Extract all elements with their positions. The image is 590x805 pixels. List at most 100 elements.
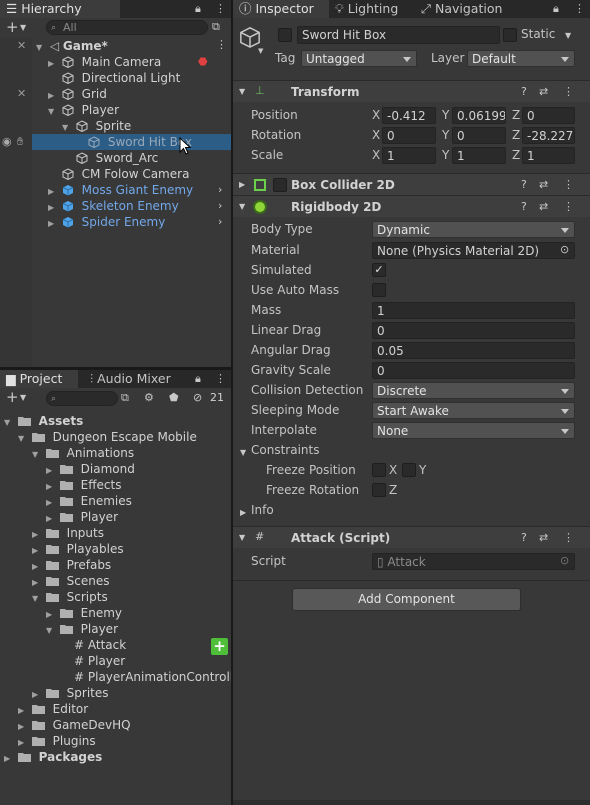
kebab-menu-icon[interactable]: ⋮ — [563, 200, 574, 214]
hierarchy-row-sword-arc[interactable]: Sword_Arc — [62, 150, 231, 166]
hierarchy-row-directional-light[interactable]: Directional Light — [48, 70, 231, 86]
attack-script-header[interactable]: ▼ # Attack (Script) ? ⇄ ⋮ — [233, 526, 590, 548]
rotation-y-field[interactable]: 0 — [452, 127, 506, 144]
tab-navigation[interactable]: ⤢ Navigation — [415, 0, 508, 18]
expand-arrow-icon[interactable]: ▼ — [239, 85, 245, 99]
transform-header[interactable]: ▼ ⊥ Transform ? ⇄ ⋮ — [233, 80, 590, 102]
preset-icon[interactable]: ⇄ — [539, 200, 548, 214]
rigidbody-header[interactable]: ▼ Rigidbody 2D ? ⇄ ⋮ — [233, 195, 590, 217]
expand-arrow-icon[interactable]: ▼ — [36, 40, 46, 56]
camera-warning-icon[interactable]: ⬣ — [198, 55, 208, 69]
chevron-right-icon[interactable]: › — [218, 215, 222, 229]
pick-icon[interactable]: ✋︎ — [17, 135, 23, 149]
kebab-menu-icon[interactable]: ⋮ — [563, 85, 574, 99]
hierarchy-row-grid[interactable]: ▶ Grid — [48, 86, 231, 102]
project-item-enemies[interactable]: ▶ Enemies — [46, 493, 132, 509]
project-item-enemy[interactable]: ▶ Enemy — [46, 605, 122, 621]
preset-icon[interactable]: ⇄ — [539, 531, 548, 545]
kebab-menu-icon[interactable]: ⋮ — [563, 531, 574, 545]
angular-drag-field[interactable]: 0.05 — [372, 342, 575, 359]
box-collider-enabled-checkbox[interactable] — [273, 178, 287, 192]
linear-drag-field[interactable]: 0 — [372, 322, 575, 339]
gravity-scale-field[interactable]: 0 — [372, 362, 575, 379]
tag-dropdown[interactable]: Untagged — [301, 50, 417, 67]
search-options-icon[interactable]: ⧉ — [212, 20, 220, 34]
project-item-plugins[interactable]: ▶ Plugins — [18, 733, 96, 749]
kebab-menu-icon[interactable]: ⋮ — [215, 372, 226, 386]
project-item-gamedevhq[interactable]: ▶ GameDevHQ — [18, 717, 131, 733]
project-item-diamond[interactable]: ▶ Diamond — [46, 461, 135, 477]
project-item-sprites[interactable]: ▶ Sprites — [32, 685, 109, 701]
kebab-menu-icon[interactable]: ⋮ — [574, 2, 585, 16]
rotation-z-field[interactable]: -28.227 — [522, 127, 575, 144]
expand-arrow-icon[interactable]: ▼ — [32, 447, 42, 463]
position-z-field[interactable]: 0 — [522, 107, 575, 124]
rotation-x-field[interactable]: 0 — [382, 127, 436, 144]
project-item-editor[interactable]: ▶ Editor — [18, 701, 88, 717]
project-item-assets[interactable]: ▼ Assets — [4, 413, 83, 429]
kebab-menu-icon[interactable]: ⋮ — [563, 178, 574, 192]
help-icon[interactable]: ? — [521, 178, 527, 192]
eye-icon[interactable]: ◉ — [2, 135, 12, 149]
add-component-button[interactable]: Add Component — [292, 588, 521, 611]
project-item-effects[interactable]: ▶ Effects — [46, 477, 121, 493]
chevron-right-icon[interactable]: › — [218, 199, 222, 213]
lock-icon[interactable]: 🔒︎ — [195, 372, 201, 386]
active-checkbox[interactable] — [278, 28, 292, 42]
chevron-down-icon[interactable]: ▼ — [20, 21, 26, 35]
position-x-field[interactable]: -0.412 — [382, 107, 436, 124]
scale-x-field[interactable]: 1 — [382, 147, 436, 164]
scale-z-field[interactable]: 1 — [522, 147, 575, 164]
project-item-attack-script[interactable]: # Attack — [74, 637, 126, 653]
expand-arrow-icon[interactable]: ▼ — [240, 446, 246, 460]
freeze-position-y-checkbox[interactable] — [402, 463, 416, 477]
project-item-animations[interactable]: ▼ Animations — [32, 445, 134, 461]
chevron-right-icon[interactable]: › — [218, 183, 222, 197]
search-options-icon[interactable]: ⧉ — [121, 391, 129, 405]
hierarchy-row-moss-giant[interactable]: ▶ Moss Giant Enemy › — [48, 182, 231, 198]
visibility-icon[interactable]: ✕ — [17, 87, 26, 101]
static-dropdown-icon[interactable]: ▼ — [565, 29, 571, 43]
box-collider-header[interactable]: ▶ Box Collider 2D ? ⇄ ⋮ — [233, 173, 590, 195]
expand-arrow-icon[interactable]: ▼ — [32, 591, 42, 607]
hierarchy-row-skeleton[interactable]: ▶ Skeleton Enemy › — [48, 198, 231, 214]
interpolate-dropdown[interactable]: None — [372, 422, 575, 439]
freeze-rotation-z-checkbox[interactable] — [372, 483, 386, 497]
material-field[interactable]: None (Physics Material 2D) — [372, 242, 575, 259]
add-icon[interactable]: + — [6, 390, 19, 405]
hierarchy-row-main-camera[interactable]: ▶ Main Camera ⬣ — [48, 54, 231, 70]
hierarchy-row-spider[interactable]: ▶ Spider Enemy › — [48, 214, 231, 230]
project-item-anim-player[interactable]: ▶ Player — [46, 509, 118, 525]
tab-audio-mixer[interactable]: ⫶ Audio Mixer — [84, 370, 177, 388]
lock-icon[interactable]: 🔒︎ — [553, 2, 559, 16]
tab-hierarchy[interactable]: ☰ Hierarchy — [0, 0, 120, 18]
kebab-menu-icon[interactable]: ⋮ — [215, 2, 226, 16]
object-picker-icon[interactable]: ⊙ — [560, 243, 569, 257]
filter-label-icon[interactable]: ⬟ — [169, 391, 179, 405]
icon-dropdown-icon[interactable]: ▼ — [258, 44, 263, 58]
mass-field[interactable]: 1 — [372, 302, 575, 319]
add-icon[interactable]: + — [6, 20, 19, 35]
chevron-down-icon[interactable]: ▼ — [20, 391, 26, 405]
help-icon[interactable]: ? — [521, 200, 527, 214]
expand-arrow-icon[interactable]: ▼ — [239, 200, 245, 214]
freeze-position-x-checkbox[interactable] — [372, 463, 386, 477]
object-name-input[interactable]: Sword Hit Box — [297, 26, 500, 44]
search-input[interactable]: ⌕ All — [46, 20, 208, 35]
expand-arrow-icon[interactable]: ▼ — [48, 104, 58, 120]
horizontal-splitter[interactable] — [0, 367, 231, 370]
project-item-inputs[interactable]: ▶ Inputs — [32, 525, 104, 541]
position-y-field[interactable]: 0.06199 — [452, 107, 506, 124]
scale-y-field[interactable]: 1 — [452, 147, 506, 164]
project-item-player-script[interactable]: # Player — [74, 653, 125, 669]
help-icon[interactable]: ? — [521, 85, 527, 99]
expand-arrow-icon[interactable]: ▼ — [18, 431, 28, 447]
static-checkbox[interactable] — [503, 28, 517, 42]
collision-detection-dropdown[interactable]: Discrete — [372, 382, 575, 399]
hierarchy-row-sword-hit-box[interactable]: Sword Hit Box — [32, 134, 231, 150]
expand-arrow-icon[interactable]: ▼ — [46, 623, 56, 639]
hierarchy-row-player[interactable]: ▼ Player — [48, 102, 231, 118]
hierarchy-row-game[interactable]: ▼ ◁ Game* — [36, 38, 231, 54]
project-item-playables[interactable]: ▶ Playables — [32, 541, 124, 557]
project-item-dungeon-escape[interactable]: ▼ Dungeon Escape Mobile — [18, 429, 197, 445]
